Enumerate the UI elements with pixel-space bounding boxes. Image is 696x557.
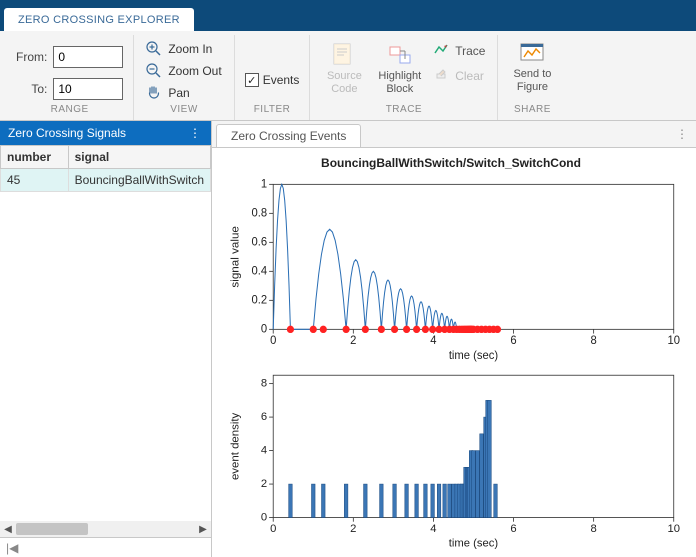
svg-text:10: 10	[667, 523, 680, 535]
svg-text:0: 0	[270, 335, 276, 347]
event-density-plot[interactable]: 0 2 4 6 8 10 0 2 4 6 8 time (sec) event density	[216, 369, 686, 551]
clear-button[interactable]: Clear	[431, 64, 487, 87]
svg-text:0.2: 0.2	[251, 294, 267, 306]
ribbon-group-view: Zoom In Zoom Out Pan VIEW	[134, 35, 234, 120]
ribbon-group-filter: ✓ Events FILTER	[235, 35, 311, 120]
svg-text:time (sec): time (sec)	[449, 538, 499, 550]
range-group-label: RANGE	[16, 103, 123, 118]
zoom-out-icon	[146, 63, 162, 79]
scroll-right-icon[interactable]: ▶	[195, 521, 211, 537]
plot-title: BouncingBallWithSwitch/Switch_SwitchCond	[216, 156, 686, 172]
svg-text:4: 4	[430, 523, 436, 535]
events-checkbox[interactable]: ✓	[245, 73, 259, 87]
svg-text:6: 6	[261, 411, 267, 423]
filter-group-label: FILTER	[245, 103, 300, 118]
source-code-button[interactable]: Source Code	[320, 39, 368, 97]
zoom-in-button[interactable]: Zoom In	[144, 39, 214, 59]
svg-text:6: 6	[510, 335, 516, 347]
share-group-label: SHARE	[508, 103, 556, 118]
send-to-figure-label-1: Send to	[513, 68, 551, 80]
events-tabrow: Zero Crossing Events ⋮	[212, 121, 696, 148]
from-label: From:	[16, 50, 47, 64]
cell-signal: BouncingBallWithSwitch	[68, 169, 210, 192]
signal-value-plot[interactable]: 0 2 4 6 8 10 0 0.2 0.4 0.6 0.8 1 time (sec) signal va…	[216, 178, 686, 363]
zoom-out-button[interactable]: Zoom Out	[144, 61, 223, 81]
zoom-in-label: Zoom In	[168, 42, 212, 56]
ribbon-group-trace: Source Code Highlight Block Trace Clear …	[310, 35, 498, 120]
svg-text:0: 0	[261, 323, 267, 335]
zoom-in-icon	[146, 41, 162, 57]
pan-button[interactable]: Pan	[144, 83, 191, 103]
svg-text:signal value: signal value	[230, 226, 242, 287]
table-row[interactable]: 45 BouncingBallWithSwitch	[1, 169, 211, 192]
send-to-figure-label-2: Figure	[517, 81, 548, 93]
ribbon-toolbar: From: To: RANGE Zoom In Zoom Out Pan VIE…	[0, 31, 696, 121]
to-input[interactable]	[53, 78, 123, 100]
col-signal[interactable]: signal	[68, 146, 210, 169]
highlight-block-label-2: Block	[386, 83, 413, 95]
zoom-out-label: Zoom Out	[168, 64, 221, 78]
from-input[interactable]	[53, 46, 123, 68]
svg-text:8: 8	[591, 335, 597, 347]
source-code-label-1: Source	[327, 70, 362, 82]
trace-button[interactable]: Trace	[431, 39, 487, 62]
signals-panel-title: Zero Crossing Signals	[8, 126, 126, 140]
svg-text:10: 10	[667, 335, 680, 347]
highlight-block-icon	[386, 41, 414, 69]
svg-text:2: 2	[350, 335, 356, 347]
svg-text:2: 2	[261, 478, 267, 490]
trace-group-label: TRACE	[320, 103, 487, 118]
svg-text:8: 8	[261, 378, 267, 390]
to-label: To:	[16, 82, 47, 96]
svg-text:time (sec): time (sec)	[449, 350, 498, 362]
stepper-bar: |◀	[0, 537, 211, 557]
clear-icon	[433, 66, 449, 85]
left-signals-panel: Zero Crossing Signals ⋮ number signal 45…	[0, 121, 212, 557]
step-back-icon[interactable]: |◀	[4, 541, 20, 555]
signals-panel-header: Zero Crossing Signals ⋮	[0, 121, 211, 145]
highlight-block-label-1: Highlight	[378, 70, 421, 82]
pan-label: Pan	[168, 86, 189, 100]
signals-panel-menu-icon[interactable]: ⋮	[189, 126, 203, 140]
events-label: Events	[263, 73, 300, 87]
horizontal-scrollbar[interactable]: ◀ ▶	[0, 521, 211, 537]
svg-text:0.4: 0.4	[251, 265, 267, 277]
svg-text:event density: event density	[230, 413, 242, 481]
ribbon-group-range: From: To: RANGE	[6, 35, 134, 120]
svg-text:4: 4	[430, 335, 437, 347]
window-titlebar	[0, 0, 696, 8]
cell-number: 45	[1, 169, 69, 192]
ribbon-group-share: Send to Figure SHARE	[498, 35, 566, 120]
svg-text:4: 4	[261, 445, 267, 457]
svg-text:0.6: 0.6	[251, 236, 267, 248]
send-to-figure-button[interactable]: Send to Figure	[508, 37, 556, 95]
svg-text:8: 8	[591, 523, 597, 535]
svg-text:1: 1	[261, 178, 267, 190]
svg-text:0: 0	[261, 512, 267, 524]
highlight-block-button[interactable]: Highlight Block	[374, 39, 425, 97]
svg-text:0: 0	[270, 523, 276, 535]
svg-text:2: 2	[350, 523, 356, 535]
svg-text:6: 6	[510, 523, 516, 535]
pan-icon	[146, 85, 162, 101]
app-tab[interactable]: ZERO CROSSING EXPLORER	[4, 8, 194, 31]
scroll-left-icon[interactable]: ◀	[0, 521, 16, 537]
app-tabrow: ZERO CROSSING EXPLORER	[0, 8, 696, 31]
figure-icon	[518, 39, 546, 67]
source-code-icon	[330, 41, 358, 69]
right-events-panel: Zero Crossing Events ⋮ BouncingBallWithS…	[212, 121, 696, 557]
clear-label: Clear	[455, 69, 484, 83]
view-group-label: VIEW	[144, 103, 223, 118]
svg-text:0.8: 0.8	[251, 207, 267, 219]
tab-events[interactable]: Zero Crossing Events	[216, 124, 361, 147]
source-code-label-2: Code	[331, 83, 357, 95]
scroll-thumb[interactable]	[16, 523, 88, 535]
signals-table: number signal 45 BouncingBallWithSwitch	[0, 145, 211, 192]
col-number[interactable]: number	[1, 146, 69, 169]
trace-label: Trace	[455, 44, 485, 58]
trace-icon	[433, 41, 449, 60]
events-panel-menu-icon[interactable]: ⋮	[676, 127, 688, 141]
